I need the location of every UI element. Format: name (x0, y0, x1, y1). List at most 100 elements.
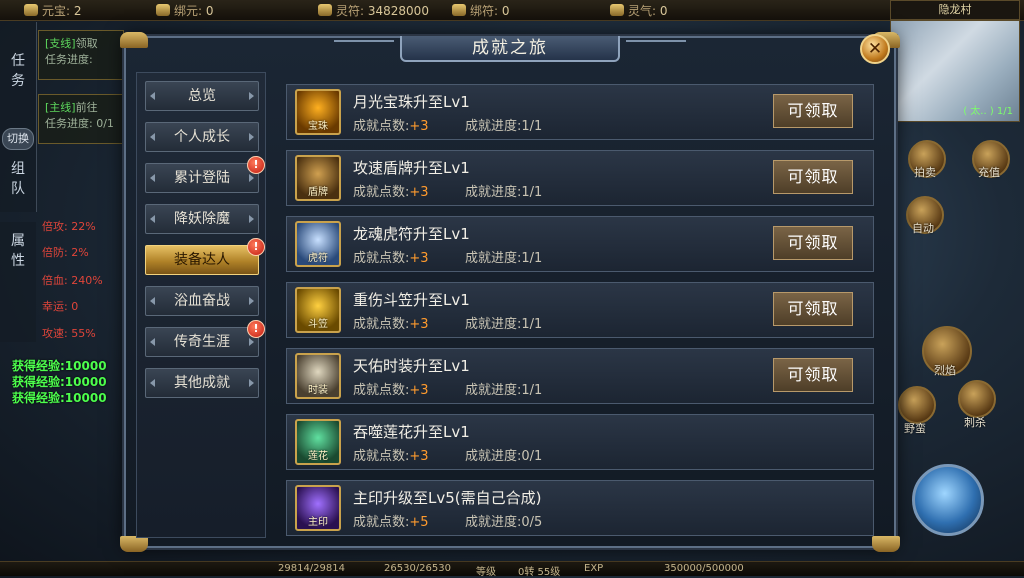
arrow-right-icon (249, 133, 254, 141)
spirit-value: 0 (659, 4, 668, 18)
points-label: 成就点数: (353, 251, 410, 266)
points-label: 成就点数: (353, 185, 410, 200)
ingot-icon (24, 4, 38, 16)
status-bar: 29814/29814 26530/26530 等级 0转 55级 EXP 35… (0, 561, 1024, 578)
bound-coins-label: 绑符: (470, 4, 499, 18)
gold-display: 元宝: 2 (24, 2, 82, 19)
achievement-row: 主印 主印升级至Lv5(需自己合成) 成就点数:+5 成就进度:0/5 (286, 480, 874, 536)
category-tab-equipment-master[interactable]: 装备达人! (145, 238, 265, 275)
category-tab-other[interactable]: 其他成就 (145, 368, 259, 398)
progress-value: 1/1 (521, 119, 543, 134)
coins-label: 灵符: (336, 4, 365, 18)
claim-button[interactable]: 可领取 (773, 358, 853, 392)
close-button[interactable]: ✕ (860, 34, 890, 64)
attribute-tab-char2[interactable]: 性 (4, 252, 32, 270)
exp-gain-message: 获得经验:10000 (12, 375, 107, 389)
achievement-progress: 成就进度:0/5 (465, 511, 542, 530)
category-tab-legend-career[interactable]: 传奇生涯! (145, 320, 265, 357)
dialog-title: 成就之旅 (400, 36, 620, 62)
points-value: +5 (409, 515, 429, 530)
achievement-points: 成就点数:+3 (353, 115, 429, 134)
achievement-row: 时装 天佑时装升至Lv1 成就点数:+3 成就进度:1/1 可领取 (286, 348, 874, 404)
achievement-list[interactable]: 宝珠 月光宝珠升至Lv1 成就点数:+3 成就进度:1/1 可领取 盾牌 攻速盾… (272, 72, 886, 538)
auction-label: 拍卖 (914, 166, 936, 179)
icon-caption: 虎符 (308, 253, 328, 264)
arrow-right-icon (249, 92, 254, 100)
icon-caption: 斗笠 (308, 319, 328, 330)
stat-line: 攻速: 55% (42, 327, 96, 340)
team-tab-char1[interactable]: 组 (4, 160, 32, 178)
icon-caption: 主印 (308, 517, 328, 528)
gold-label: 元宝: (42, 4, 71, 18)
dialog-corner-ornament (872, 536, 900, 552)
task-progress: 任务进度: (45, 53, 93, 66)
achievement-row: 虎符 龙魂虎符升至Lv1 成就点数:+3 成就进度:1/1 可领取 (286, 216, 874, 272)
category-label: 装备达人 (174, 252, 230, 268)
progress-label: 成就进度: (465, 119, 522, 134)
switch-button[interactable]: 切换 (2, 128, 34, 150)
category-tab-bloody-battle[interactable]: 浴血奋战 (145, 286, 259, 316)
achievement-title: 主印升级至Lv5(需自己合成) (353, 489, 542, 507)
achievement-dialog: 成就之旅 ✕ 总览 个人成长 累计登陆! 降妖除魔 装备达人! 浴血奋战 传奇生… (120, 32, 900, 552)
achievement-points: 成就点数:+3 (353, 379, 429, 398)
spirit-icon (610, 4, 624, 16)
stat-line: 幸运: 0 (42, 300, 79, 313)
attribute-tab-char1[interactable]: 属 (4, 232, 32, 250)
category-tab-personal-growth[interactable]: 个人成长 (145, 122, 259, 152)
task-tracker-main[interactable]: [主线]前往 任务进度: 0/1 (38, 94, 124, 144)
achievement-points: 成就点数:+3 (353, 313, 429, 332)
hp-value: 29814/29814 (278, 563, 345, 574)
achievement-title: 重伤斗笠升至Lv1 (353, 291, 470, 309)
tiger-tally-icon: 虎符 (295, 221, 341, 267)
progress-label: 成就进度: (465, 317, 522, 332)
claim-button[interactable]: 可领取 (773, 94, 853, 128)
task-tab-char2[interactable]: 务 (4, 72, 32, 90)
progress-value: 1/1 (521, 251, 543, 266)
exp-label: EXP (584, 563, 604, 574)
resource-bar: 元宝: 2 绑元: 0 灵符: 34828000 绑符: 0 灵气: 0 隐龙村 (0, 0, 1024, 21)
category-tab-login[interactable]: 累计登陆! (145, 156, 265, 193)
achievement-progress: 成就进度:1/1 (465, 313, 542, 332)
arrow-right-icon (249, 297, 254, 305)
auto-label: 自动 (912, 222, 934, 235)
category-sidebar: 总览 个人成长 累计登陆! 降妖除魔 装备达人! 浴血奋战 传奇生涯! 其他成就 (136, 72, 266, 538)
category-tab-demon-slaying[interactable]: 降妖除魔 (145, 204, 259, 234)
category-label: 个人成长 (174, 129, 230, 145)
close-icon: ✕ (867, 39, 883, 59)
lotus-icon: 莲花 (295, 419, 341, 465)
task-tab-char1[interactable]: 任 (4, 52, 32, 70)
coin-icon (318, 4, 332, 16)
category-label: 总览 (188, 88, 216, 104)
arrow-right-icon (249, 338, 254, 346)
assassinate-skill-button[interactable] (958, 380, 996, 418)
dialog-corner-ornament (120, 32, 148, 48)
bound-coins-value: 0 (501, 4, 510, 18)
task-text: 前往 (75, 101, 98, 114)
coins-value: 34828000 (367, 4, 429, 18)
alert-badge-icon: ! (247, 238, 265, 256)
savage-skill-button[interactable] (898, 386, 936, 424)
claim-button[interactable]: 可领取 (773, 226, 853, 260)
category-label: 累计登陆 (174, 170, 230, 186)
main-attack-button[interactable] (912, 464, 984, 536)
team-tab-char2[interactable]: 队 (4, 180, 32, 198)
achievement-points: 成就点数:+3 (353, 247, 429, 266)
attribute-panel: 属 性 (0, 222, 36, 342)
task-tracker-side[interactable]: [支线]领取 任务进度: (38, 30, 124, 80)
achievement-progress: 成就进度:0/1 (465, 445, 542, 464)
pearl-icon: 宝珠 (295, 89, 341, 135)
points-value: +3 (409, 251, 429, 266)
achievement-points: 成就点数:+3 (353, 181, 429, 200)
claim-button[interactable]: 可领取 (773, 160, 853, 194)
achievement-title: 龙魂虎符升至Lv1 (353, 225, 470, 243)
progress-value: 0/1 (521, 449, 543, 464)
icon-caption: 时装 (308, 385, 328, 396)
category-tab-overview[interactable]: 总览 (145, 81, 259, 111)
claim-button[interactable]: 可领取 (773, 292, 853, 326)
bound-coin-icon (452, 4, 466, 16)
stat-line: 倍攻: 22% (42, 220, 96, 233)
icon-caption: 宝珠 (308, 121, 328, 132)
category-label: 其他成就 (174, 375, 230, 391)
minimap[interactable]: ( 太.. ) 1/1 (890, 20, 1020, 122)
achievement-title: 月光宝珠升至Lv1 (353, 93, 470, 111)
